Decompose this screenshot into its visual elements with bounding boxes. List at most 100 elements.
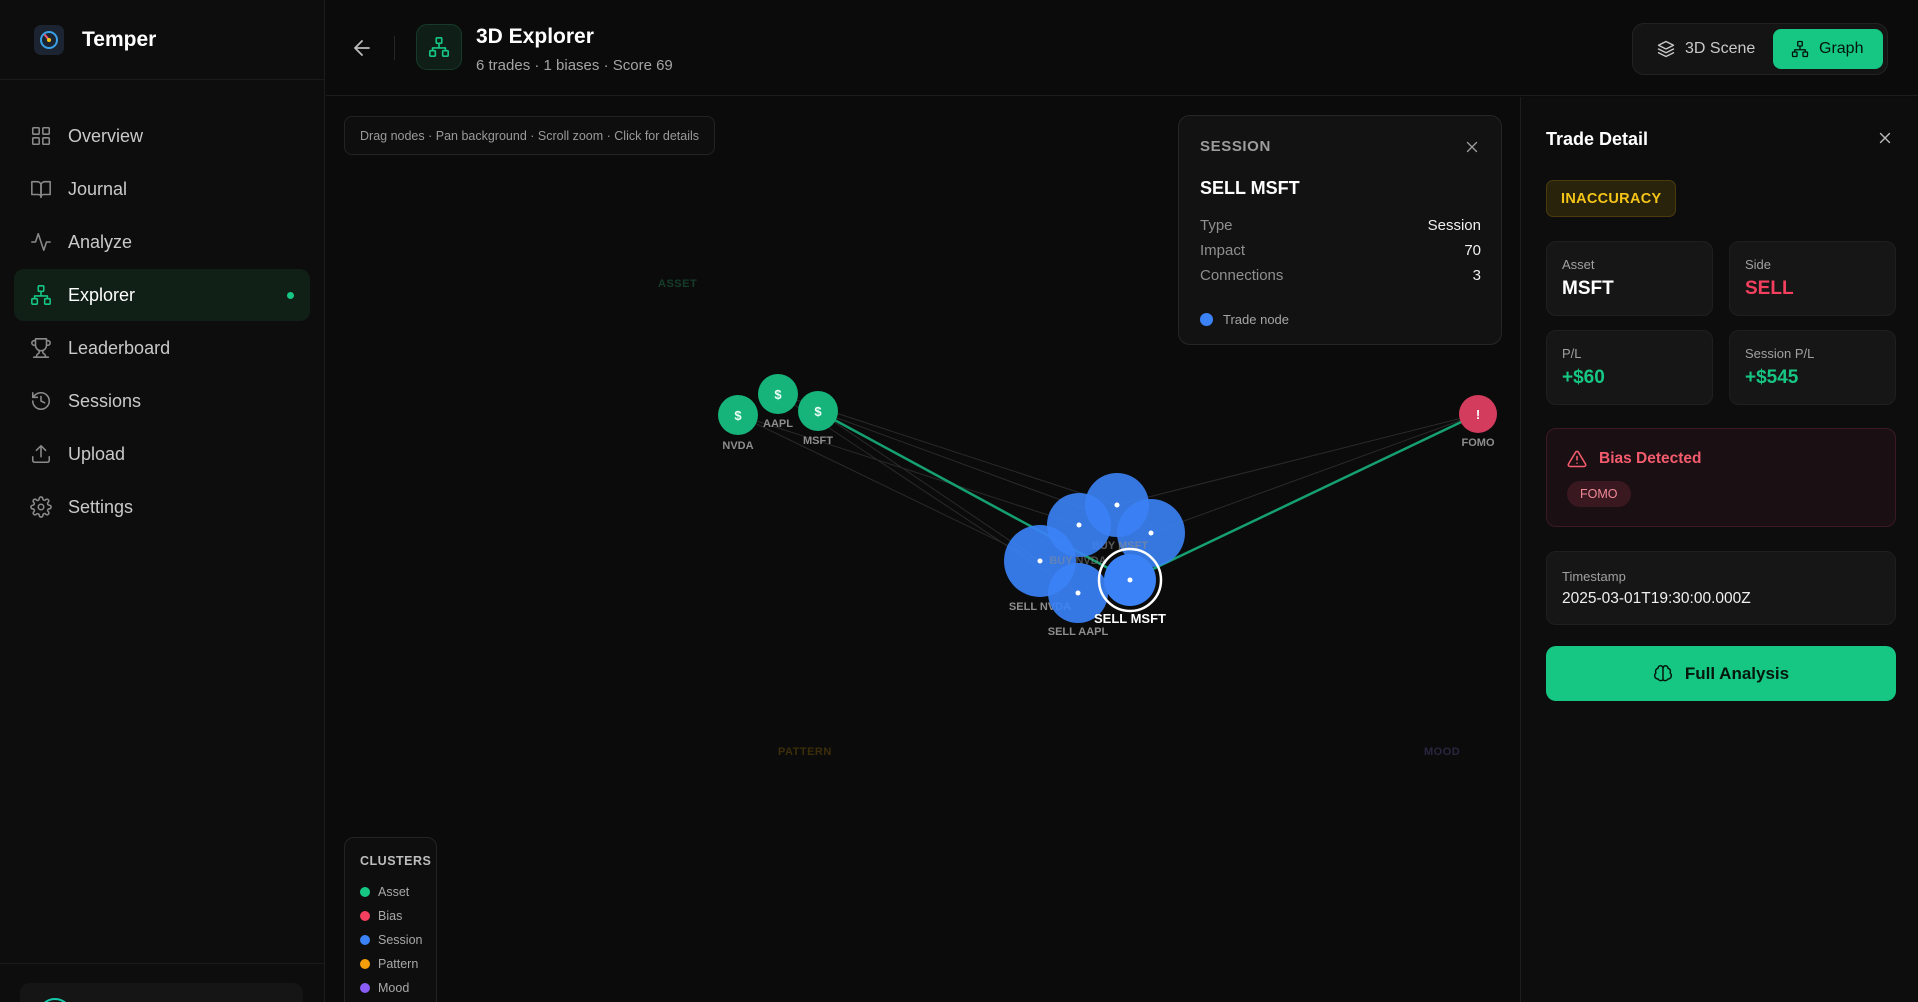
svg-text:$: $ (734, 408, 742, 423)
sidebar-item-label: Journal (68, 178, 128, 199)
gear-icon (30, 496, 52, 518)
upload-icon (31, 444, 51, 464)
sidebar-item-journal[interactable]: Journal (14, 163, 310, 215)
trade-detail-panel: Trade Detail INACCURACY Asset MSFT Side … (1520, 97, 1918, 1002)
timestamp-box: Timestamp 2025-03-01T19:30:00.000Z (1546, 551, 1896, 625)
cluster-label-asset: ASSET (658, 278, 697, 290)
network-icon (416, 24, 462, 70)
sidebar-item-settings[interactable]: Settings (14, 481, 310, 533)
grid-icon (31, 126, 51, 146)
stat-side: Side SELL (1729, 241, 1896, 316)
sidebar-item-label: Overview (68, 125, 144, 146)
legend-dot (1200, 313, 1213, 326)
asset-node-aapl[interactable]: $ AAPL (758, 374, 798, 430)
close-button[interactable] (1463, 138, 1481, 156)
clusters-legend: CLUSTERS Asset Bias Session Pattern Mood (344, 837, 437, 1002)
network-icon (31, 285, 51, 305)
sidebar-item-sessions[interactable]: Sessions (14, 375, 310, 427)
node-type-legend: Trade node (1200, 312, 1289, 327)
full-analysis-button[interactable]: Full Analysis (1546, 646, 1896, 701)
cluster-item-pattern[interactable]: Pattern (360, 952, 436, 976)
cluster-item-asset[interactable]: Asset (360, 880, 436, 904)
sidebar-nav: Overview Journal Analyze Explorer Leader… (0, 80, 324, 533)
3d-scene-button[interactable]: 3D Scene (1649, 29, 1764, 69)
active-indicator-dot (287, 291, 294, 299)
verdict-badge: INACCURACY (1546, 180, 1677, 217)
sidebar-item-label: Upload (68, 443, 126, 464)
bias-tag[interactable]: FOMO (1567, 481, 1631, 507)
info-card-title: SELL MSFT (1200, 178, 1300, 198)
cluster-item-mood[interactable]: Mood (360, 976, 436, 1000)
legend-label: Trade node (1223, 312, 1290, 327)
svg-text:$: $ (774, 387, 782, 402)
history-icon (31, 391, 50, 410)
stat-pl: P/L +$60 (1546, 330, 1713, 405)
bias-header: Bias Detected (1567, 449, 1702, 469)
graph-label: Graph (1819, 40, 1864, 57)
panel-title: Trade Detail (1546, 129, 1649, 149)
divider (0, 963, 324, 964)
node-label: SELL AAPL (1048, 626, 1109, 638)
node-info-card: SESSION SELL MSFT Type Session Impact 70 C… (1178, 115, 1502, 345)
sidebar-item-label: Analyze (68, 231, 133, 252)
page-header: 3D Explorer 6 trades · 1 biases · Score … (326, 0, 1918, 96)
3d-scene-label: 3D Scene (1685, 40, 1756, 57)
sidebar-item-leaderboard[interactable]: Leaderboard (14, 322, 310, 374)
sidebar: Temper Overview Journal Analyze Explorer… (0, 0, 325, 1002)
timestamp-value: 2025-03-01T19:30:00.000Z (1562, 590, 1751, 607)
sidebar-item-label: Leaderboard (68, 337, 171, 358)
cluster-item-session[interactable]: Session (360, 928, 436, 952)
user-card[interactable] (20, 983, 303, 1002)
sidebar-item-explorer[interactable]: Explorer (14, 269, 310, 321)
brain-icon (1653, 664, 1672, 681)
close-icon (1879, 132, 1891, 144)
graph-button[interactable]: Graph (1773, 29, 1883, 69)
timestamp-label: Timestamp (1562, 569, 1626, 584)
app-name: Temper (82, 27, 157, 51)
trade-nodes: BUY MSFT BUY NVDA SELL NVDA SELL AAPL SE… (1004, 473, 1185, 638)
node-label: NVDA (722, 440, 753, 452)
cluster-label-mood: MOOD (1424, 746, 1460, 758)
svg-text:!: ! (1476, 407, 1480, 422)
asset-node-msft[interactable]: $ MSFT (798, 391, 838, 447)
close-button[interactable] (1876, 129, 1894, 147)
clusters-title: CLUSTERS (360, 854, 432, 868)
activity-icon (31, 232, 51, 252)
stat-asset: Asset MSFT (1546, 241, 1713, 316)
warning-icon (1567, 450, 1587, 468)
book-icon (31, 180, 51, 199)
info-card-header: SESSION (1200, 138, 1271, 155)
page-title: 3D Explorer (476, 25, 594, 48)
asset-node-nvda[interactable]: $ NVDA (718, 395, 758, 452)
info-row-impact: Impact 70 (1200, 242, 1481, 259)
sidebar-item-label: Sessions (68, 390, 142, 411)
info-row-connections: Connections 3 (1200, 267, 1481, 284)
layers-icon (1657, 40, 1675, 58)
brand[interactable]: Temper (0, 0, 324, 80)
sidebar-item-label: Explorer (68, 284, 136, 305)
trophy-icon (31, 338, 51, 358)
node-label: FOMO (1462, 437, 1495, 449)
graph-canvas[interactable]: Drag nodes · Pan background · Scroll zoo… (326, 97, 1520, 1002)
view-toggle: 3D Scene Graph (1632, 23, 1888, 75)
back-button[interactable] (350, 36, 374, 60)
bias-detected-box: Bias Detected FOMO (1546, 428, 1896, 527)
bias-node-fomo[interactable]: ! FOMO (1459, 395, 1497, 449)
sidebar-item-upload[interactable]: Upload (14, 428, 310, 480)
node-label: MSFT (803, 435, 833, 447)
node-label: SELL MSFT (1094, 611, 1166, 626)
avatar (38, 998, 72, 1002)
stat-session-pl: Session P/L +$545 (1729, 330, 1896, 405)
close-icon (1466, 141, 1478, 153)
cluster-item-bias[interactable]: Bias (360, 904, 436, 928)
sidebar-item-label: Settings (68, 496, 134, 517)
sidebar-item-analyze[interactable]: Analyze (14, 216, 310, 268)
info-row-type: Type Session (1200, 217, 1481, 234)
sidebar-item-overview[interactable]: Overview (14, 110, 310, 162)
gauge-logo-icon (34, 24, 64, 55)
page-subtitle: 6 trades · 1 biases · Score 69 (476, 57, 673, 74)
network-icon (1791, 40, 1809, 58)
divider (394, 36, 395, 60)
node-label: AAPL (763, 418, 793, 430)
arrow-left-icon (354, 40, 370, 56)
